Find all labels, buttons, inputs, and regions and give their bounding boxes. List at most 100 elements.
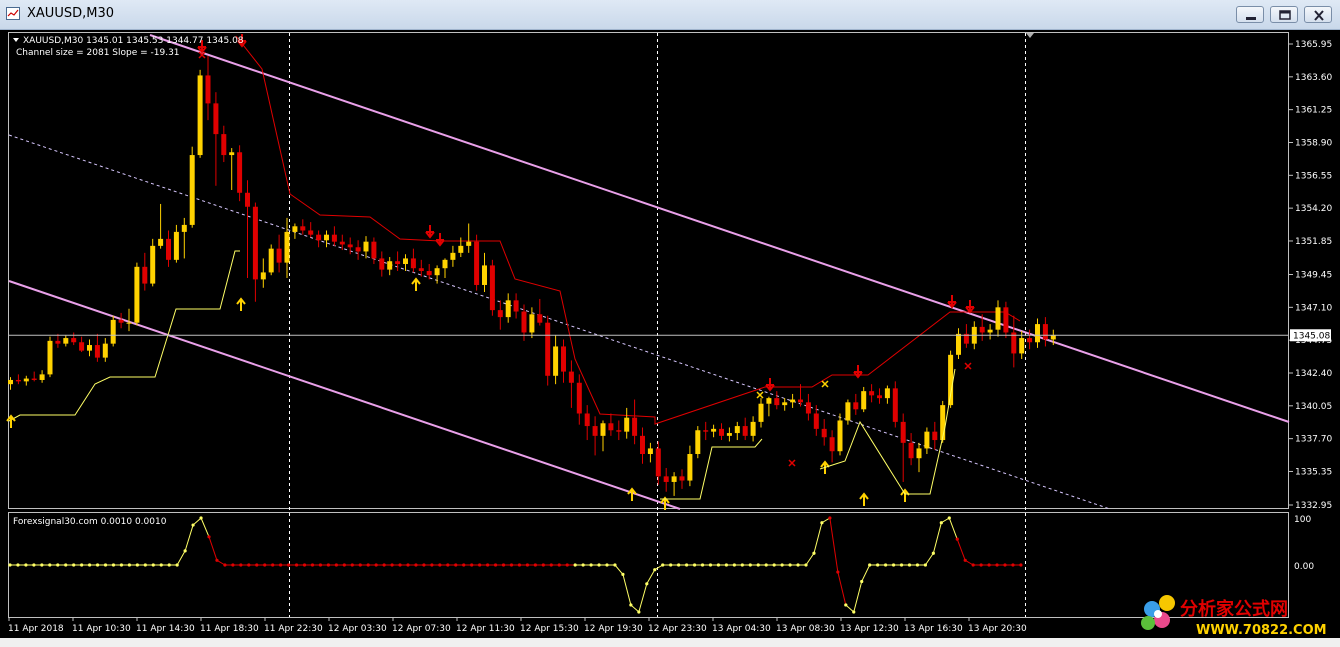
time-tick-label: 12 Apr 19:30 xyxy=(584,624,643,634)
price-tick-label: 1342.40 xyxy=(1295,369,1332,379)
indicator-point xyxy=(589,563,593,567)
exit-cross-icon xyxy=(821,380,829,388)
time-tick-label: 12 Apr 15:30 xyxy=(520,624,579,634)
minimize-icon xyxy=(1246,17,1256,20)
indicator-point xyxy=(48,563,52,567)
indicator-point xyxy=(167,563,171,567)
indicator-point xyxy=(637,610,641,614)
bear-candle xyxy=(632,417,638,436)
indicator-point xyxy=(525,563,530,567)
indicator-point xyxy=(478,563,482,567)
indicator-point xyxy=(860,579,864,584)
bear-candle xyxy=(331,234,337,242)
title-bar[interactable]: XAUUSD,M30 xyxy=(0,0,1340,30)
time-tick-label: 11 Apr 14:30 xyxy=(136,624,195,634)
indicator-point xyxy=(621,572,625,577)
bull-candle xyxy=(102,343,108,358)
bull-candle xyxy=(924,431,930,449)
indicator-point xyxy=(271,563,275,567)
bull-candle xyxy=(466,241,472,246)
indicator-segment xyxy=(853,581,863,613)
time-tick-label: 12 Apr 23:30 xyxy=(648,624,707,634)
indicator-point xyxy=(16,563,20,567)
time-tick-label: 11 Apr 22:30 xyxy=(264,624,323,634)
bear-candle xyxy=(545,322,551,376)
indicator-segment xyxy=(208,536,218,561)
bear-candle xyxy=(932,431,938,441)
channel-info: Channel size = 2081 Slope = -19.31 xyxy=(16,48,180,58)
indicator-segment xyxy=(813,522,823,554)
minimize-button[interactable] xyxy=(1236,6,1264,23)
indicator-point xyxy=(517,563,522,567)
bull-candle xyxy=(63,338,69,344)
indicator-point xyxy=(796,563,800,567)
indicator-segment xyxy=(646,569,656,585)
indicator-point xyxy=(971,563,975,567)
bear-candle xyxy=(474,241,480,285)
indicator-segment xyxy=(638,583,648,613)
bear-candle xyxy=(592,426,598,436)
bull-candle xyxy=(403,258,408,265)
bear-candle xyxy=(276,248,282,263)
indicator-point xyxy=(541,563,545,567)
bull-candle xyxy=(158,238,164,246)
indicator-point xyxy=(669,563,673,567)
bear-candle xyxy=(561,346,566,372)
indicator-segment xyxy=(956,538,966,561)
indicator-point xyxy=(995,563,999,567)
bull-candle xyxy=(292,226,298,232)
price-tick-label: 1365.95 xyxy=(1295,40,1332,50)
indicator-point xyxy=(828,516,832,520)
indicator-point xyxy=(716,563,721,567)
bull-candle xyxy=(47,340,53,375)
restore-button[interactable] xyxy=(1270,6,1298,23)
indicator-point xyxy=(700,563,705,567)
bull-candle xyxy=(39,374,45,380)
bear-candle xyxy=(1027,338,1033,343)
indicator-point xyxy=(263,563,267,567)
bear-candle xyxy=(608,423,614,431)
chart-menu-icon[interactable] xyxy=(13,38,19,42)
indicator-point xyxy=(732,563,736,567)
price-tick-label: 1356.55 xyxy=(1295,171,1332,181)
bear-candle xyxy=(640,435,645,455)
exit-cross-icon xyxy=(788,459,796,467)
indicator-point xyxy=(748,563,752,567)
indicator-point xyxy=(1003,563,1007,567)
bear-candle xyxy=(805,402,811,414)
bear-candle xyxy=(521,311,527,333)
indicator-point xyxy=(613,563,617,567)
indicator-point xyxy=(939,521,943,525)
bull-candle xyxy=(150,245,156,284)
bull-candle xyxy=(434,268,440,276)
indicator-point xyxy=(414,563,418,567)
indicator-segment xyxy=(200,517,210,537)
bull-candle xyxy=(711,428,717,432)
indicator-point xyxy=(804,563,808,567)
bull-candle xyxy=(260,272,266,280)
indicator-point xyxy=(430,563,434,567)
indicator-point xyxy=(486,563,490,567)
bull-candle xyxy=(726,433,732,436)
bear-candle xyxy=(719,428,724,436)
indicator-point xyxy=(64,563,68,567)
bull-candle xyxy=(442,259,448,269)
indicator-point xyxy=(724,563,729,567)
chart-area[interactable]: 1365.95 1363.60 1361.25 1358.90 1356.55 1354.… xyxy=(0,29,1340,638)
bear-candle xyxy=(829,437,835,452)
indicator-point xyxy=(95,563,100,567)
close-button[interactable] xyxy=(1304,6,1332,23)
indicator-point xyxy=(239,563,243,567)
price-tick-label: 1363.60 xyxy=(1295,73,1332,83)
indicator-point xyxy=(334,563,338,567)
indicator-point xyxy=(836,570,840,574)
bear-candle xyxy=(513,300,519,312)
bear-candle xyxy=(15,379,21,382)
bear-candle xyxy=(900,421,906,443)
chart-shift-icon[interactable] xyxy=(1026,33,1034,38)
indicator-segment xyxy=(805,552,815,566)
bear-candle xyxy=(1042,324,1048,340)
indicator-point xyxy=(899,563,904,567)
buy-arrow-icon xyxy=(900,488,910,502)
bull-candle xyxy=(229,152,235,156)
